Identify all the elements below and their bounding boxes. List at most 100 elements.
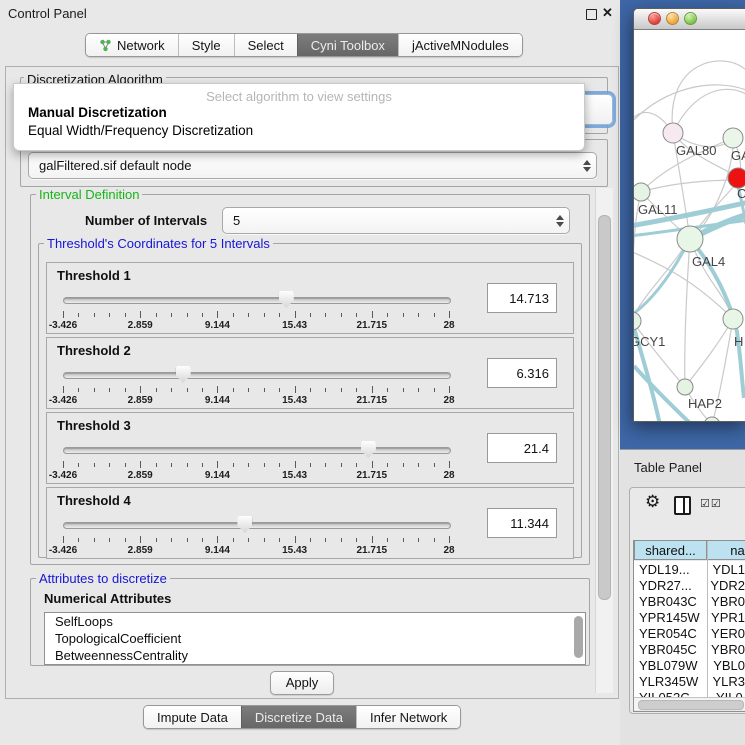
table-row[interactable]: YER054CYER0	[634, 625, 745, 641]
checkbox-columns-icon[interactable]: ☑☑	[700, 497, 722, 510]
num-intervals-combobox[interactable]: 5	[222, 207, 570, 234]
cell-shared-name: YIL052C	[634, 690, 707, 698]
list-item[interactable]: TopologicalCoefficient	[45, 630, 585, 647]
slider-track[interactable]	[63, 447, 451, 454]
table-row[interactable]: YBR045CYBR0	[634, 641, 745, 657]
slider-tick	[449, 536, 450, 543]
slider-thumb[interactable]	[279, 291, 294, 308]
slider-tick	[356, 463, 357, 467]
table-data-combobox[interactable]: galFiltered.sif default node	[28, 152, 597, 179]
zoom-traffic-light[interactable]	[684, 12, 697, 25]
settings-scrollbar-thumb[interactable]	[598, 215, 611, 600]
slider-tick	[109, 463, 110, 467]
slider-track[interactable]	[63, 372, 451, 379]
cell-shared-name: YBR043C	[634, 594, 702, 609]
close-traffic-light[interactable]	[648, 12, 661, 25]
slider-tick-label: -3.426	[49, 470, 77, 481]
network-node[interactable]	[634, 183, 650, 201]
threshold-3-block: Threshold 3 -3.4262.8599.14415.4321.7152…	[46, 412, 574, 484]
slider-tick-label: 15.43	[282, 395, 307, 406]
network-node[interactable]	[723, 309, 743, 329]
table-row[interactable]: YPR145WYPR1	[634, 609, 745, 625]
cell-name: YBR0	[702, 594, 745, 609]
minimize-traffic-light[interactable]	[666, 12, 679, 25]
slider-tick	[264, 313, 265, 317]
tab-cyni-toolbox[interactable]: Cyni Toolbox	[297, 34, 398, 56]
threshold-slider[interactable]: -3.4262.8599.14415.4321.71528	[63, 516, 449, 556]
network-node[interactable]	[677, 379, 693, 395]
slider-tick	[341, 313, 342, 317]
table-row[interactable]: YDR27...YDR2	[634, 577, 745, 593]
table-row[interactable]: YBR043CYBR0	[634, 593, 745, 609]
tab-jactivemnodules[interactable]: jActiveMNodules	[398, 34, 522, 56]
threshold-slider[interactable]: -3.4262.8599.14415.4321.71528	[63, 441, 449, 481]
slider-tick	[217, 386, 218, 393]
network-window-titlebar[interactable]	[634, 9, 745, 30]
dropdown-option-manual[interactable]: Manual Discretization	[28, 105, 167, 120]
network-node[interactable]	[677, 226, 703, 252]
column-header-name[interactable]: name	[707, 540, 745, 560]
slider-thumb[interactable]	[361, 441, 376, 458]
table-row[interactable]: YIL052CYIL0	[634, 689, 745, 697]
threshold-slider[interactable]: -3.4262.8599.14415.4321.71528	[63, 366, 449, 406]
slider-thumb[interactable]	[237, 516, 252, 533]
table-row[interactable]: YBL079WYBL0	[634, 657, 745, 673]
cell-shared-name: YBL079W	[634, 658, 704, 673]
slider-tick-label: 21.715	[357, 320, 388, 331]
close-icon[interactable]: ✕	[602, 5, 613, 21]
dropdown-option-equal-width[interactable]: Equal Width/Frequency Discretization	[28, 123, 253, 138]
tab-style[interactable]: Style	[178, 34, 234, 56]
numerical-attributes-list[interactable]: SelfLoops TopologicalCoefficient Between…	[44, 612, 586, 665]
table-rows: YDL19...YDL1YDR27...YDR2YBR043CYBR0YPR14…	[634, 561, 745, 697]
columns-icon[interactable]	[674, 496, 691, 515]
slider-tick	[372, 461, 373, 468]
network-node-label: HAP2	[688, 396, 722, 411]
slider-tick	[78, 388, 79, 392]
tab-impute-data[interactable]: Impute Data	[144, 706, 241, 728]
column-divider[interactable]	[707, 540, 708, 697]
float-icon[interactable]	[586, 9, 597, 20]
network-node[interactable]	[663, 123, 683, 143]
network-edge	[634, 85, 745, 126]
list-item[interactable]: SelfLoops	[45, 613, 585, 630]
tab-infer-network[interactable]: Infer Network	[356, 706, 460, 728]
column-header-shared-name[interactable]: shared...	[634, 540, 707, 560]
threshold-value-field[interactable]: 21.4	[487, 433, 557, 463]
slider-tick	[279, 463, 280, 467]
slider-tick	[171, 388, 172, 392]
list-item[interactable]: BetweennessCentrality	[45, 647, 585, 664]
slider-tick	[156, 538, 157, 542]
threshold-value-field[interactable]: 11.344	[487, 508, 557, 538]
slider-tick-label: 9.144	[205, 545, 230, 556]
slider-track[interactable]	[63, 297, 451, 304]
network-node[interactable]	[728, 168, 745, 188]
network-node[interactable]	[634, 312, 641, 330]
apply-button[interactable]: Apply	[270, 671, 334, 695]
network-icon	[99, 39, 112, 52]
table-hscrollbar-thumb[interactable]	[638, 700, 744, 710]
slider-thumb[interactable]	[176, 366, 191, 383]
slider-tick-label: 15.43	[282, 320, 307, 331]
slider-tick	[403, 313, 404, 317]
table-hscrollbar-track[interactable]	[634, 697, 745, 710]
slider-tick	[63, 386, 64, 393]
slider-track[interactable]	[63, 522, 451, 529]
slider-tick	[109, 538, 110, 542]
slider-tick	[279, 538, 280, 542]
threshold-slider[interactable]: -3.4262.8599.14415.4321.71528	[63, 291, 449, 331]
threshold-value-field[interactable]: 14.713	[487, 283, 557, 313]
list-scrollbar-thumb[interactable]	[574, 616, 583, 658]
network-canvas[interactable]: GAL80GACGAL11GAL4GCY1HHAP2	[634, 30, 745, 421]
table-row[interactable]: YLR345WYLR3	[634, 673, 745, 689]
cell-shared-name: YBR045C	[634, 642, 702, 657]
tab-network[interactable]: Network	[86, 34, 178, 56]
tab-cyni-toolbox-label: Cyni Toolbox	[311, 38, 385, 53]
slider-tick	[325, 463, 326, 467]
tab-select[interactable]: Select	[234, 34, 297, 56]
tab-discretize-data[interactable]: Discretize Data	[241, 706, 356, 728]
network-node[interactable]	[723, 128, 743, 148]
threshold-value-field[interactable]: 6.316	[487, 358, 557, 388]
table-row[interactable]: YDL19...YDL1	[634, 561, 745, 577]
threshold-1-block: Threshold 1 -3.4262.8599.14415.4321.7152…	[46, 262, 574, 334]
gear-icon[interactable]: ⚙	[645, 492, 660, 512]
